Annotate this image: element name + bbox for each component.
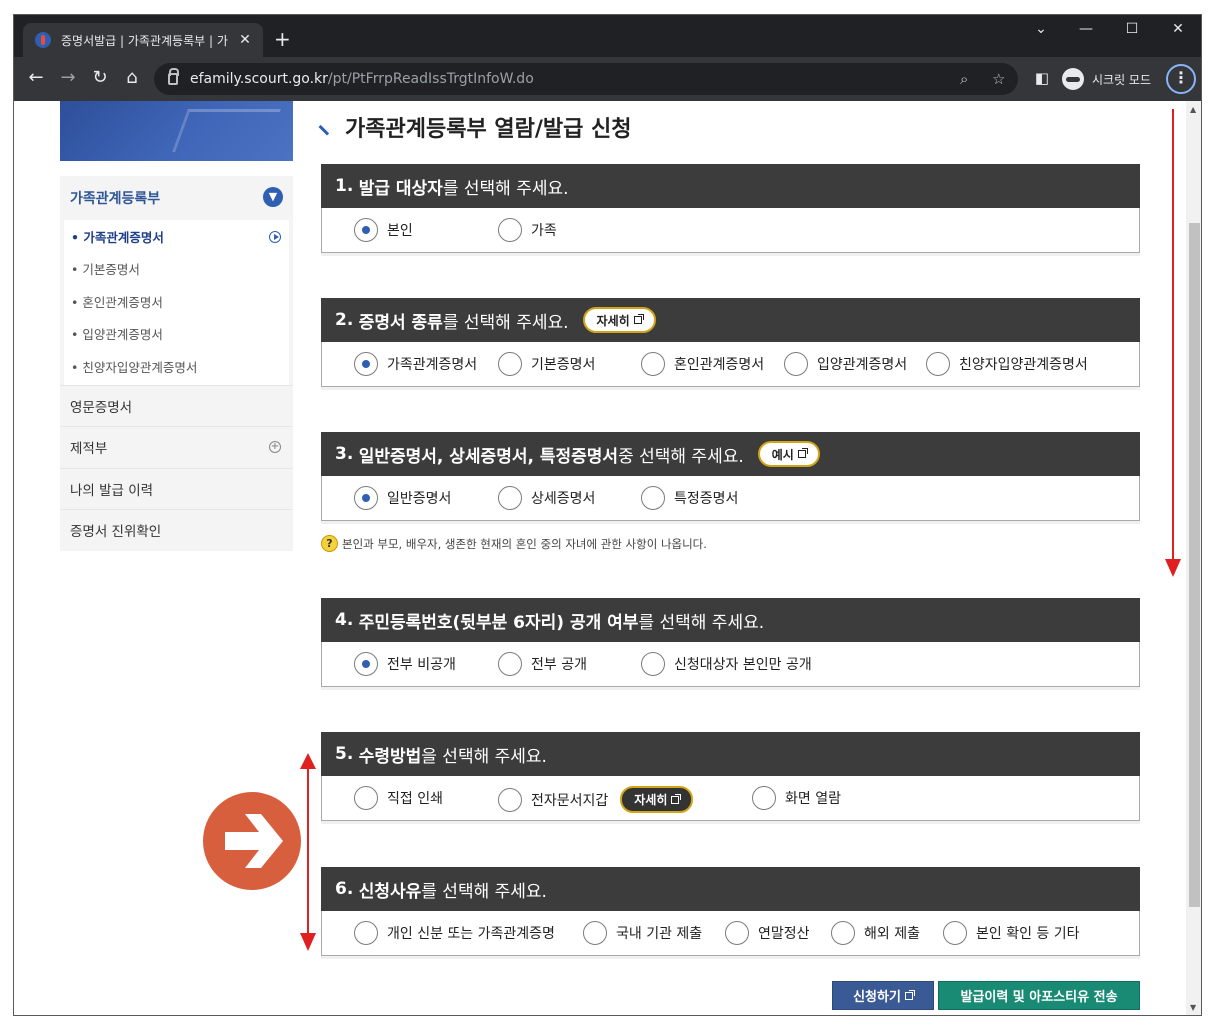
site-favicon-icon: [35, 32, 51, 48]
window-close-button[interactable]: ✕: [1163, 21, 1193, 37]
tab-close-icon[interactable]: ✕: [237, 32, 253, 48]
browser-menu-icon[interactable]: ⋮: [1166, 64, 1196, 94]
url-text: efamily.scourt.go.kr/pt/PtFrrpReadIssTrg…: [190, 71, 534, 87]
maximize-button[interactable]: ☐: [1117, 21, 1147, 37]
annotation-range-arrow: [300, 753, 316, 951]
reload-icon[interactable]: ↻: [90, 69, 110, 87]
incognito-indicator[interactable]: 시크릿 모드: [1062, 64, 1151, 94]
page-scrollbar[interactable]: ▲ ▼: [1186, 101, 1201, 1015]
forward-arrow-icon[interactable]: →: [58, 69, 78, 87]
scrollbar-thumb[interactable]: [1189, 223, 1200, 907]
right-arrow-icon: [225, 814, 283, 868]
back-arrow-icon[interactable]: ←: [26, 69, 46, 87]
browser-window: 증명서발급 | 가족관계등록부 | 가 ✕ + ⌄ — ☐ ✕ ← → ↻ ⌂ …: [13, 14, 1202, 1016]
annotation-arrow-circle: [203, 792, 301, 890]
scroll-down-icon[interactable]: ▼: [1190, 1003, 1196, 1012]
scroll-up-icon[interactable]: ▲: [1190, 105, 1196, 114]
bookmark-star-icon[interactable]: ☆: [992, 70, 1005, 88]
side-panel-icon[interactable]: ◧: [1032, 69, 1052, 87]
incognito-icon: [1062, 68, 1084, 90]
address-bar[interactable]: efamily.scourt.go.kr/pt/PtFrrpReadIssTrg…: [154, 63, 1018, 95]
incognito-label: 시크릿 모드: [1092, 72, 1152, 87]
lock-icon: [168, 68, 179, 85]
zoom-icon[interactable]: ⌕: [960, 70, 968, 88]
minimize-button[interactable]: —: [1071, 21, 1101, 37]
tab-title: 증명서발급 | 가족관계등록부 | 가: [61, 33, 228, 48]
browser-tab[interactable]: 증명서발급 | 가족관계등록부 | 가 ✕: [23, 23, 263, 57]
browser-toolbar: ← → ↻ ⌂ efamily.scourt.go.kr/pt/PtFrrpRe…: [14, 57, 1201, 101]
tab-search-icon[interactable]: ⌄: [1026, 21, 1056, 37]
new-tab-button[interactable]: +: [274, 29, 291, 49]
home-icon[interactable]: ⌂: [122, 69, 142, 87]
tab-strip: 증명서발급 | 가족관계등록부 | 가 ✕ + ⌄ — ☐ ✕: [14, 15, 1201, 57]
annotation-overlay: [300, 109, 1181, 951]
page-viewport: 가족관계등록부 ▼ • 가족관계증명서 • 기본증명서 • 혼인관계증명서 • …: [14, 101, 1186, 1015]
annotation-scroll-arrow: [1165, 109, 1181, 577]
